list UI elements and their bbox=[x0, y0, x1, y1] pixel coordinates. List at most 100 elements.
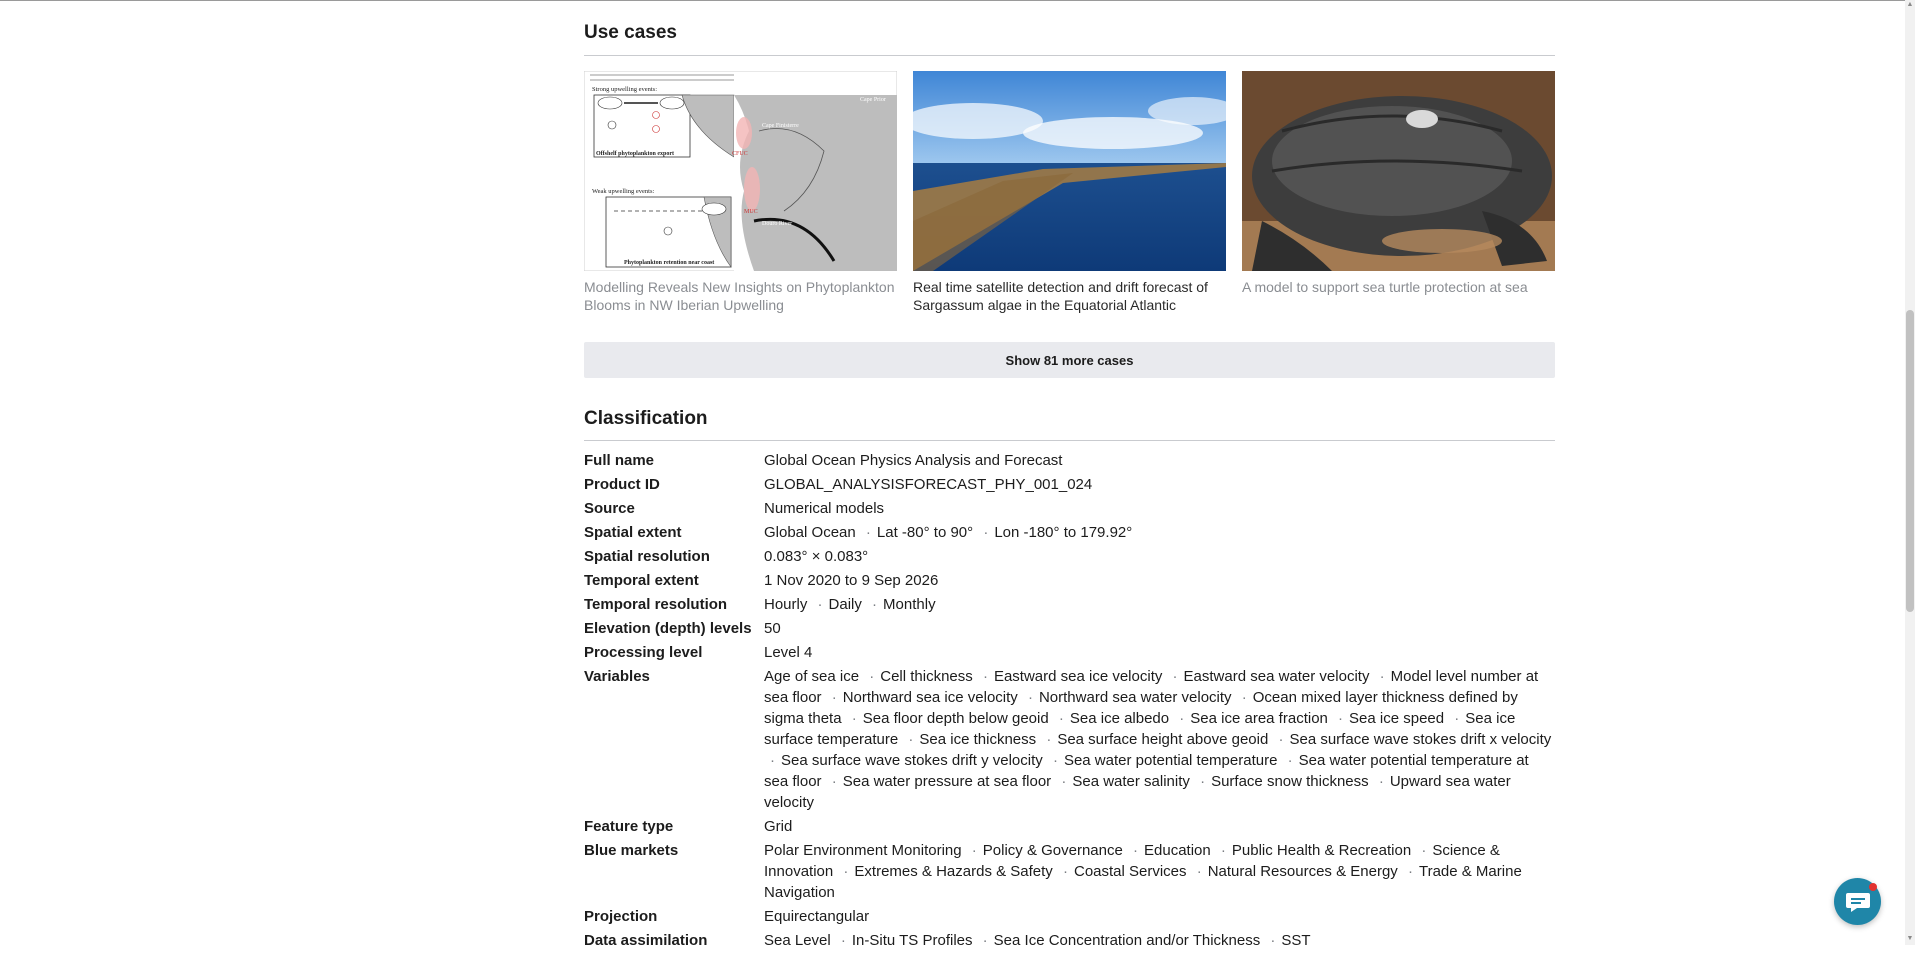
value-separator: · bbox=[1421, 842, 1427, 859]
classification-value-item: Sea surface wave stokes drift x velocity bbox=[1289, 731, 1552, 748]
value-separator: · bbox=[982, 932, 988, 949]
value-separator: · bbox=[1278, 731, 1284, 748]
classification-value: Global Ocean Physics Analysis and Foreca… bbox=[764, 450, 1555, 471]
classification-value-item: Lon -180° to 179.92° bbox=[994, 524, 1133, 541]
show-more-cases-button[interactable]: Show 81 more cases bbox=[584, 342, 1555, 378]
classification-value-item: Sea ice speed bbox=[1349, 710, 1445, 727]
scrollbar-thumb[interactable] bbox=[1906, 310, 1914, 612]
scroll-up-arrow-icon[interactable]: ▲ bbox=[1906, 1, 1914, 9]
classification-divider bbox=[584, 440, 1555, 441]
classification-row: Temporal resolution Hourly · Daily · Monthl… bbox=[584, 594, 1555, 615]
classification-value: Hourly · Daily · Monthly bbox=[764, 594, 1555, 615]
use-case-cards: Strong upwelling events: Offshelf phytop… bbox=[584, 71, 1555, 314]
value-separator: · bbox=[971, 842, 977, 859]
diagram-label-muc: MUC bbox=[744, 209, 758, 215]
classification-row: Temporal extent 1 Nov 2020 to 9 Sep 2026 bbox=[584, 570, 1555, 591]
classification-key: Spatial extent bbox=[584, 524, 682, 541]
sea-turtle-image bbox=[1242, 71, 1555, 271]
classification-key: Temporal extent bbox=[584, 572, 699, 589]
classification-key: Spatial resolution bbox=[584, 548, 710, 565]
value-separator: · bbox=[1052, 752, 1058, 769]
value-separator: · bbox=[1220, 842, 1226, 859]
classification-value-item: Sea floor depth below geoid bbox=[862, 710, 1049, 727]
classification-value-item: Age of sea ice bbox=[764, 668, 860, 685]
use-case-label-phytoplankton[interactable]: Modelling Reveals New Insights on Phytop… bbox=[584, 278, 897, 314]
value-separator: · bbox=[843, 863, 849, 880]
use-case-card-phytoplankton[interactable]: Strong upwelling events: Offshelf phytop… bbox=[584, 71, 897, 314]
classification-value: 50 bbox=[764, 618, 1555, 639]
classification-value-item: Polar Environment Monitoring bbox=[764, 842, 962, 859]
value-separator: · bbox=[770, 752, 775, 769]
use-case-thumbnail-turtle[interactable] bbox=[1242, 71, 1555, 271]
use-case-card-sargassum[interactable]: Real time satellite detection and drift … bbox=[913, 71, 1226, 314]
diagram-label-cape-finisterre: Cape Finisterre bbox=[762, 123, 799, 129]
classification-row: Variables Age of sea ice · Cell thickness … bbox=[584, 666, 1555, 813]
classification-value-item: Education bbox=[1144, 842, 1211, 859]
diagram-label-offshelf: Offshelf phytoplankton export bbox=[596, 151, 674, 157]
classification-value-item: 50 bbox=[764, 620, 781, 637]
classification-value: Numerical models bbox=[764, 498, 1555, 519]
value-separator: · bbox=[872, 596, 878, 613]
classification-value-item: Sea surface height above geoid bbox=[1057, 731, 1269, 748]
value-separator: · bbox=[1172, 668, 1178, 685]
classification-value-item: Policy & Governance bbox=[982, 842, 1123, 859]
value-separator: · bbox=[1338, 710, 1344, 727]
classification-row: Blue markets Polar Environment Monitoring… bbox=[584, 840, 1555, 903]
scroll-down-arrow-icon[interactable]: ▼ bbox=[1906, 935, 1914, 943]
classification-value: Global Ocean · Lat -80° to 90° · Lon -180°… bbox=[764, 522, 1555, 543]
classification-key: Full name bbox=[584, 452, 655, 469]
classification-row: Source Numerical models bbox=[584, 498, 1555, 519]
use-case-label-turtle[interactable]: A model to support sea turtle protection… bbox=[1242, 278, 1555, 296]
classification-value-item: Sea surface wave stokes drift y velocity bbox=[781, 752, 1043, 769]
classification-value-item: Natural Resources & Energy bbox=[1207, 863, 1398, 880]
diagram-label-retention: Phytoplankton retention near coast bbox=[624, 260, 714, 266]
value-separator: · bbox=[1200, 773, 1206, 790]
classification-value-item: Monthly bbox=[883, 596, 936, 613]
value-separator: · bbox=[1270, 932, 1276, 949]
value-separator: · bbox=[817, 596, 823, 613]
classification-value-item: Daily bbox=[828, 596, 862, 613]
use-case-label-sargassum[interactable]: Real time satellite detection and drift … bbox=[913, 278, 1226, 314]
use-case-thumbnail-diagram[interactable]: Strong upwelling events: Offshelf phytop… bbox=[584, 71, 897, 271]
value-separator: · bbox=[983, 524, 989, 541]
classification-value: Level 4 bbox=[764, 642, 1555, 663]
classification-value-item: Eastward sea ice velocity bbox=[993, 668, 1163, 685]
classification-row: Product ID GLOBAL_ANALYSISFORECAST_PHY_00… bbox=[584, 474, 1555, 495]
classification-value-item: Sea water salinity bbox=[1072, 773, 1190, 790]
classification-value-item: 1 Nov 2020 to 9 Sep 2026 bbox=[764, 572, 939, 589]
classification-row: Processing level Level 4 bbox=[584, 642, 1555, 663]
value-separator: · bbox=[1061, 773, 1067, 790]
classification-value: 0.083° × 0.083° bbox=[764, 546, 1555, 567]
classification-value-item: SST bbox=[1281, 932, 1311, 949]
value-separator: · bbox=[1196, 863, 1202, 880]
classification-value-item: Sea ice thickness bbox=[919, 731, 1037, 748]
chat-button[interactable] bbox=[1834, 878, 1881, 925]
value-separator: · bbox=[1027, 689, 1033, 706]
classification-row: Data assimilation Sea Level · In-Situ TS P… bbox=[584, 930, 1555, 951]
page-scrollbar[interactable]: ▲ ▼ bbox=[1905, 0, 1915, 945]
classification-table: Full name Global Ocean Physics Analysis a… bbox=[584, 450, 1555, 954]
classification-value-item: Sea Ice Concentration and/or Thickness bbox=[993, 932, 1261, 949]
classification-value-item: Sea Level bbox=[764, 932, 831, 949]
classification-value-item: Level 4 bbox=[764, 644, 813, 661]
classification-value-item: Lat -80° to 90° bbox=[876, 524, 974, 541]
classification-row: Projection Equirectangular bbox=[584, 906, 1555, 927]
classification-key: Processing level bbox=[584, 644, 703, 661]
classification-value-item: Coastal Services bbox=[1073, 863, 1187, 880]
classification-value-item: Sea water pressure at sea floor bbox=[842, 773, 1052, 790]
use-case-card-turtle[interactable]: A model to support sea turtle protection… bbox=[1242, 71, 1555, 314]
use-case-thumbnail-sargassum[interactable] bbox=[913, 71, 1226, 271]
classification-value-item: Cell thickness bbox=[880, 668, 973, 685]
diagram-label-cfuc: CFUC bbox=[732, 151, 748, 157]
classification-key: Elevation (depth) levels bbox=[584, 620, 752, 637]
value-separator: · bbox=[1062, 863, 1068, 880]
use-cases-title: Use cases bbox=[584, 22, 677, 43]
classification-value: Grid bbox=[764, 816, 1555, 837]
value-separator: · bbox=[851, 710, 857, 727]
classification-value: Polar Environment Monitoring · Policy & G… bbox=[764, 840, 1555, 903]
classification-value-item: Grid bbox=[764, 818, 793, 835]
classification-key: Temporal resolution bbox=[584, 596, 728, 613]
classification-value-item: Sea water potential temperature bbox=[1063, 752, 1278, 769]
classification-row: Feature type Grid bbox=[584, 816, 1555, 837]
classification-value-item: Surface snow thickness bbox=[1211, 773, 1369, 790]
